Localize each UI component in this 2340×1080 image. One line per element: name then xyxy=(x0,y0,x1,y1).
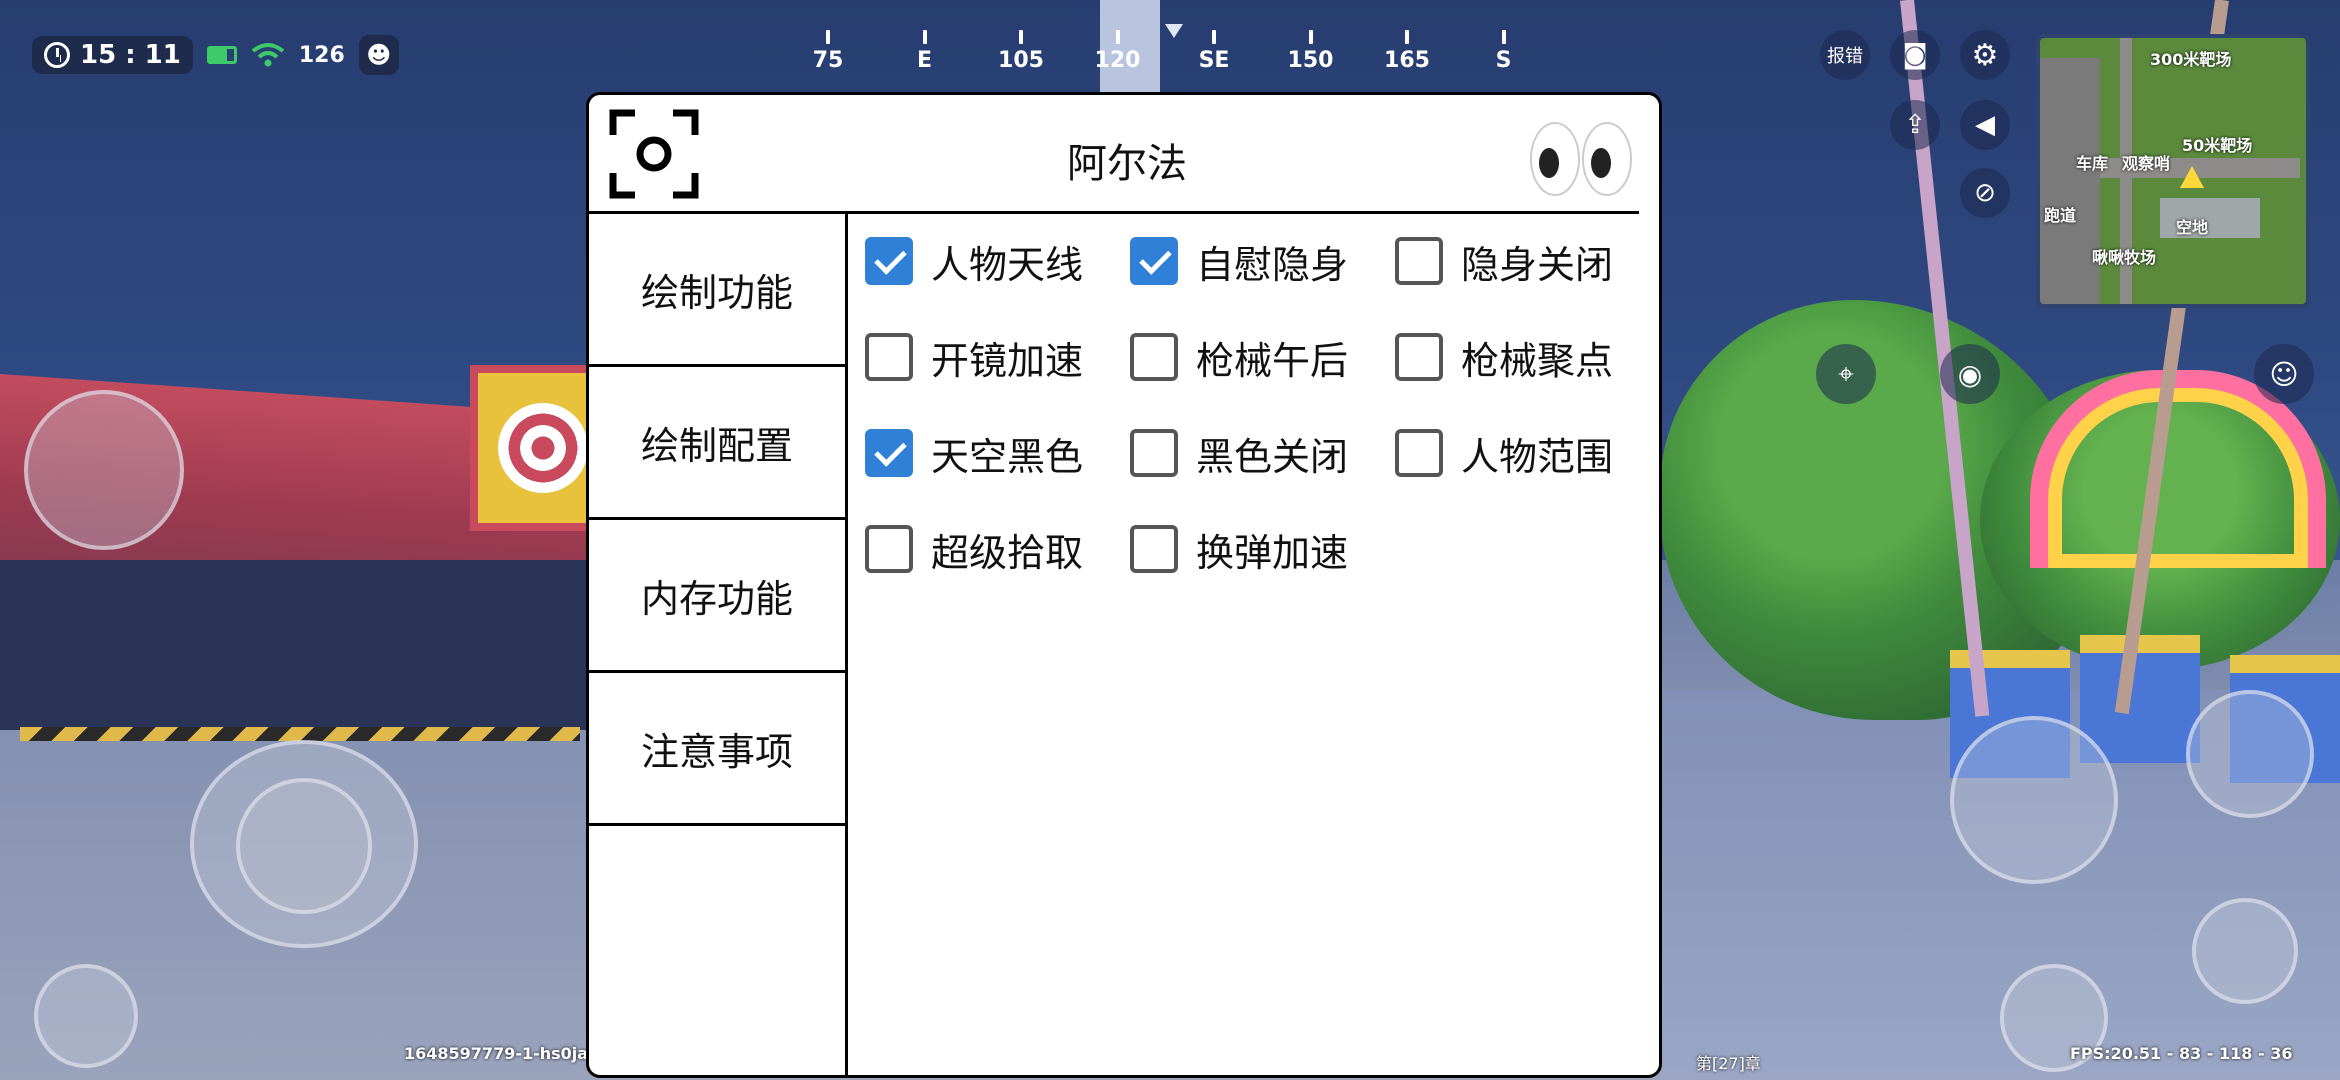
sidebar-item-1[interactable]: 绘制功能 xyxy=(589,214,845,367)
time-text: 15 : 11 xyxy=(80,40,181,70)
option-label: 开镜加速 xyxy=(931,338,1084,383)
option-toggle[interactable]: 隐身关闭 xyxy=(1395,231,1613,291)
compass-label: 150 xyxy=(1287,48,1334,73)
compass-label: S xyxy=(1495,48,1512,73)
heading-marker-icon xyxy=(1165,24,1183,38)
clock-pill: 15 : 11 xyxy=(32,36,193,74)
compass: 75 E 105 120 SE 150 165 S xyxy=(780,24,1560,80)
checkbox-checked[interactable] xyxy=(865,429,913,477)
joystick-knob[interactable] xyxy=(236,778,372,914)
compass-label: E xyxy=(916,48,933,73)
map-label: 空地 xyxy=(2176,218,2209,237)
option-label: 黑色关闭 xyxy=(1196,434,1349,479)
report-label: 报错 xyxy=(1827,46,1863,67)
option-toggle[interactable]: 黑色关闭 xyxy=(1130,423,1348,483)
map-label: 50米靶场 xyxy=(2182,136,2253,155)
checkbox-unchecked[interactable] xyxy=(1395,429,1443,477)
option-label: 天空黑色 xyxy=(931,434,1084,479)
chat-icon[interactable]: ☻ xyxy=(358,35,399,75)
option-label: 换弹加速 xyxy=(1196,530,1349,575)
clock-icon xyxy=(44,42,70,68)
option-toggle[interactable]: 开镜加速 xyxy=(865,327,1083,387)
map-label: 车库 xyxy=(2076,154,2109,173)
map-label: 观察哨 xyxy=(2122,154,2171,173)
fire-button[interactable] xyxy=(24,390,184,550)
compass-tick xyxy=(1212,30,1216,44)
option-toggle[interactable]: 人物天线 xyxy=(865,231,1083,291)
location-icon[interactable]: ⌖ xyxy=(1816,344,1876,404)
checkbox-checked[interactable] xyxy=(1130,237,1178,285)
jump-button[interactable] xyxy=(2186,690,2314,818)
option-toggle[interactable]: 换弹加速 xyxy=(1130,519,1348,579)
option-toggle[interactable]: 枪械聚点 xyxy=(1395,327,1613,387)
option-label: 自慰隐身 xyxy=(1196,242,1349,287)
minimap[interactable]: 300米靶场 50米靶场 车库 观察哨 空地 跑道 啾啾牧场 xyxy=(2036,34,2310,308)
emote-icon[interactable]: ☺ xyxy=(2254,344,2314,404)
compass-label: 75 xyxy=(812,48,844,73)
compass-tick xyxy=(1115,30,1120,44)
checkbox-unchecked[interactable] xyxy=(1395,333,1443,381)
option-toggle[interactable]: 超级拾取 xyxy=(865,519,1083,579)
map-label: 跑道 xyxy=(2044,206,2077,225)
compass-tick xyxy=(1019,30,1023,44)
checkbox-unchecked[interactable] xyxy=(1130,333,1178,381)
option-label: 人物范围 xyxy=(1461,434,1614,479)
status-bar: 15 : 11 126 ☻ xyxy=(32,32,399,78)
compass-tick xyxy=(826,30,830,44)
eye-icon[interactable]: ◉ xyxy=(1940,344,2000,404)
option-toggle[interactable]: 人物范围 xyxy=(1395,423,1613,483)
option-label: 枪械聚点 xyxy=(1461,338,1614,383)
menu-header: 阿尔法 xyxy=(589,95,1659,211)
compass-label: 165 xyxy=(1384,48,1430,73)
option-label: 超级拾取 xyxy=(931,530,1084,575)
compass-label: 120 xyxy=(1094,48,1141,73)
mic-off-icon[interactable]: ⊘ xyxy=(1960,168,2010,218)
checkbox-checked[interactable] xyxy=(865,237,913,285)
dark-wall xyxy=(0,560,600,730)
checkbox-unchecked[interactable] xyxy=(1130,525,1178,573)
crouch-button[interactable] xyxy=(2192,898,2298,1004)
sidebar-item-2[interactable]: 绘制配置 xyxy=(589,367,845,520)
option-label: 隐身关闭 xyxy=(1461,242,1614,287)
option-toggle[interactable]: 枪械午后 xyxy=(1130,327,1348,387)
map-label: 300米靶场 xyxy=(2150,50,2232,69)
battery-icon xyxy=(206,46,237,64)
aim-fire-button[interactable] xyxy=(1950,716,2118,884)
compass-label: SE xyxy=(1198,48,1230,73)
compass-tick xyxy=(1501,30,1506,44)
option-label: 人物天线 xyxy=(931,242,1084,287)
checkbox-unchecked[interactable] xyxy=(865,525,913,573)
wifi-icon xyxy=(251,43,285,67)
fps-text: FPS:20.51 - 83 - 118 - 36 xyxy=(2070,1044,2293,1063)
checkbox-unchecked[interactable] xyxy=(1130,429,1178,477)
speaker-icon[interactable]: ◀ xyxy=(1960,100,2010,150)
settings-icon[interactable]: ⚙ xyxy=(1960,30,2010,80)
sidebar-item-4[interactable]: 注意事项 xyxy=(589,673,845,826)
option-label: 枪械午后 xyxy=(1196,338,1349,383)
cheat-menu-panel: 阿尔法 绘制功能 绘制配置 内存功能 注意事项 人物天线 自慰隐身 隐身关闭开镜加速 枪械午… xyxy=(586,92,1662,1078)
pedestal xyxy=(2080,635,2200,763)
option-toggle[interactable]: 自慰隐身 xyxy=(1130,231,1348,291)
map-label: 啾啾牧场 xyxy=(2092,248,2157,267)
player-marker-icon xyxy=(2180,166,2204,188)
compass-label: 105 xyxy=(998,48,1044,73)
menu-title: 阿尔法 xyxy=(1067,141,1187,187)
compass-tick xyxy=(1308,30,1313,44)
share-icon[interactable]: ⇪ xyxy=(1890,100,1940,150)
camera-icon[interactable]: ◙ xyxy=(1890,30,1940,80)
sidebar-item-3[interactable]: 内存功能 xyxy=(589,520,845,673)
compass-tick xyxy=(922,30,927,44)
compass-tick xyxy=(1405,30,1409,44)
option-toggle[interactable]: 天空黑色 xyxy=(865,423,1083,483)
eyes-icon[interactable] xyxy=(1527,119,1635,199)
ping-text: 126 xyxy=(298,42,345,68)
backpack-button[interactable] xyxy=(34,964,138,1068)
checkbox-unchecked[interactable] xyxy=(865,333,913,381)
menu-sidebar: 绘制功能 绘制配置 内存功能 注意事项 xyxy=(589,214,848,1075)
chapter-text: 第[27]章 xyxy=(1696,1054,1761,1073)
report-button[interactable]: 报错 xyxy=(1820,30,1870,80)
hazard-stripe xyxy=(20,727,580,741)
checkbox-unchecked[interactable] xyxy=(1395,237,1443,285)
